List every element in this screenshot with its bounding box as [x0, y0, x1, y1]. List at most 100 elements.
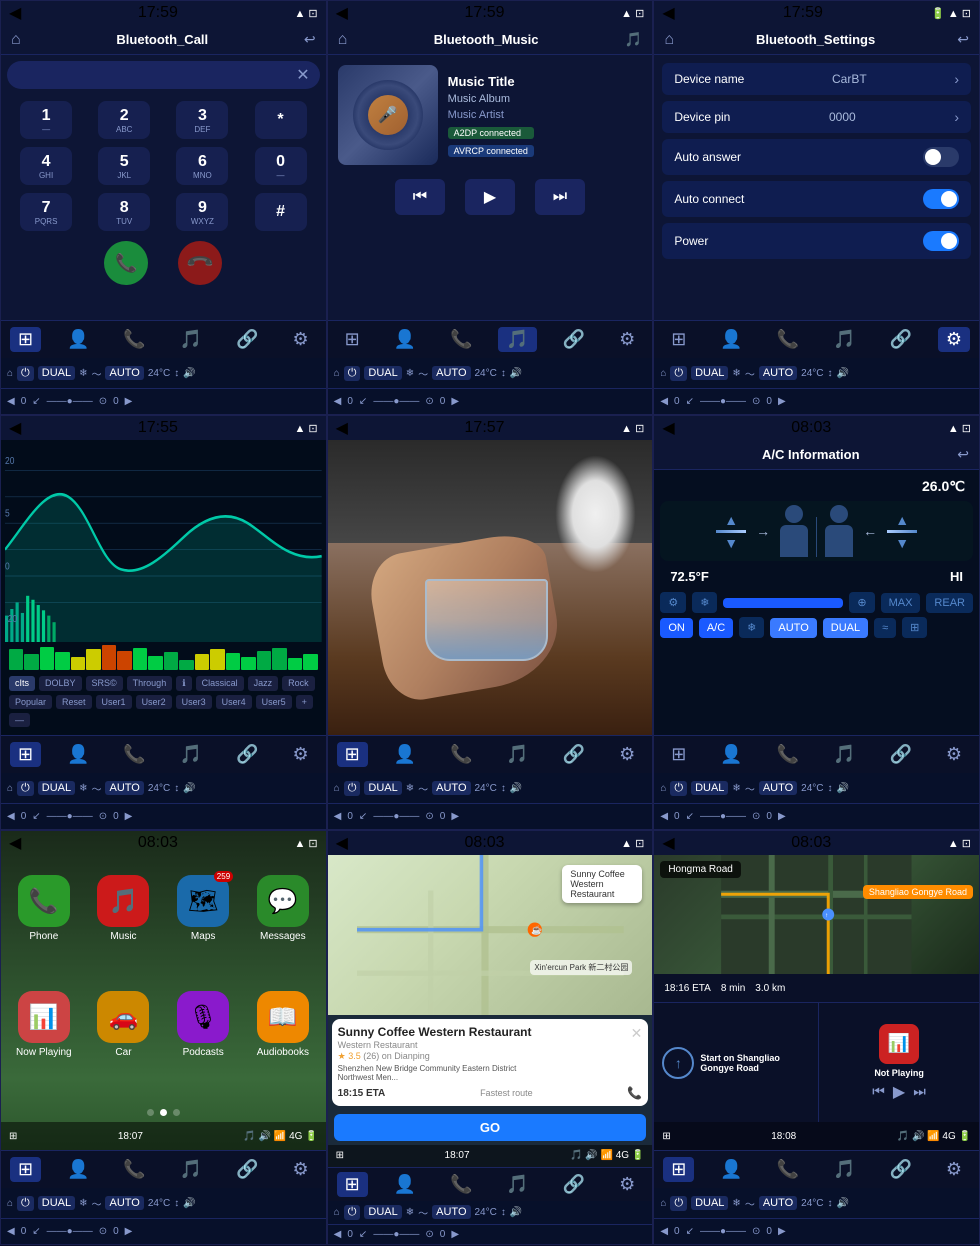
eq-preset-remove[interactable]: —	[9, 713, 30, 727]
eq-preset-dolby[interactable]: DOLBY	[39, 676, 82, 691]
nav-tab-phone-9[interactable]: 📞	[769, 1157, 807, 1182]
ac-max-btn[interactable]: MAX	[881, 593, 921, 613]
nav-tab-phone-3[interactable]: 📞	[769, 327, 807, 352]
ctrl-auto-4[interactable]: AUTO	[105, 781, 143, 795]
bb-left-2[interactable]: ◀	[334, 396, 342, 407]
nav-tab-music-2[interactable]: 🎵	[498, 327, 536, 352]
poi-close-icon[interactable]: ✕	[631, 1025, 643, 1042]
nav-tab-user-6[interactable]: 👤	[712, 742, 750, 767]
dial-btn-star[interactable]: *	[255, 101, 307, 139]
bb-slider-3[interactable]: ——●——	[700, 396, 746, 407]
eq-preset-add[interactable]: +	[296, 695, 313, 709]
ctrl-auto-1[interactable]: AUTO	[105, 366, 143, 380]
ctrl-home-8[interactable]: ⌂	[334, 1207, 340, 1218]
nav-tab-link-5[interactable]: 🔗	[555, 742, 593, 767]
bb-left-3[interactable]: ◀	[660, 396, 668, 407]
nav-tab-settings-7[interactable]: ⚙	[285, 1157, 317, 1182]
home-icon-3[interactable]: ⌂	[664, 31, 674, 49]
ctrl-auto-3[interactable]: AUTO	[759, 366, 797, 380]
ctrl-snow-7[interactable]: ❄	[79, 1198, 87, 1209]
ctrl-arrows-7[interactable]: ↕	[174, 1198, 179, 1209]
ctrl-wave-6[interactable]: 〜	[745, 781, 755, 796]
nav-tab-settings-2[interactable]: ⚙	[611, 327, 643, 352]
ctrl-vol-1[interactable]: 🔊	[183, 368, 195, 379]
bb-left-4[interactable]: ◀	[7, 811, 15, 822]
ctrl-arrows-6[interactable]: ↕	[828, 783, 833, 794]
carplay-grid-icon[interactable]: ⊞	[9, 1131, 17, 1142]
ctrl-auto-6[interactable]: AUTO	[759, 781, 797, 795]
next-button[interactable]: ⏭	[535, 179, 585, 215]
bb-left-1[interactable]: ◀	[7, 396, 15, 407]
nav-tab-grid-6[interactable]: ⊞	[663, 742, 694, 767]
eq-preset-through[interactable]: Through	[127, 676, 173, 691]
ctrl-wave-9[interactable]: 〜	[745, 1196, 755, 1211]
ctrl-auto-5[interactable]: AUTO	[432, 781, 470, 795]
ctrl-wave-4[interactable]: 〜	[91, 781, 101, 796]
ctrl-wave-7[interactable]: 〜	[91, 1196, 101, 1211]
ctrl-dual-1[interactable]: DUAL	[38, 366, 75, 380]
nav-tab-settings-6[interactable]: ⚙	[938, 742, 970, 767]
dial-btn-hash[interactable]: #	[255, 193, 307, 231]
ctrl-dual-8[interactable]: DUAL	[364, 1205, 401, 1219]
bb-slider-9[interactable]: ——●——	[700, 1226, 746, 1237]
eq-preset-classical[interactable]: Classical	[196, 676, 244, 691]
answer-button[interactable]: 📞	[104, 241, 148, 285]
back-arrow-1[interactable]: ◀	[9, 3, 21, 23]
eq-preset-user5[interactable]: User5	[256, 695, 292, 709]
dial-btn-5[interactable]: 5JKL	[98, 147, 150, 185]
home-icon-2[interactable]: ⌂	[338, 31, 348, 49]
bb-icon-7[interactable]: ⊙	[99, 1226, 107, 1237]
nav-tab-music-4[interactable]: 🎵	[172, 742, 210, 767]
nav-tab-user-3[interactable]: 👤	[712, 327, 750, 352]
bb-icon-6[interactable]: ⊙	[752, 811, 760, 822]
nav-tab-settings-3[interactable]: ⚙	[938, 327, 970, 352]
nav-tab-music-5[interactable]: 🎵	[498, 742, 536, 767]
back-arrow-2[interactable]: ◀	[336, 3, 348, 23]
nav-tab-grid-7[interactable]: ⊞	[10, 1157, 41, 1182]
ac-heat-btn[interactable]: ❄	[739, 617, 764, 638]
dial-btn-0[interactable]: 0—	[255, 147, 307, 185]
ctrl-dual-2[interactable]: DUAL	[364, 366, 401, 380]
bb-arrow-1[interactable]: ↙	[32, 396, 40, 407]
ctrl-home-6[interactable]: ⌂	[660, 783, 666, 794]
bb-arrow-4[interactable]: ↙	[32, 811, 40, 822]
back-arrow-5[interactable]: ◀	[336, 418, 348, 438]
bb-icon-4[interactable]: ⊙	[99, 811, 107, 822]
eq-preset-user3[interactable]: User3	[176, 695, 212, 709]
nav-tab-user-4[interactable]: 👤	[59, 742, 97, 767]
ctrl-vol-3[interactable]: 🔊	[837, 368, 849, 379]
nav-tab-phone-8[interactable]: 📞	[442, 1172, 480, 1197]
ac-defrost-btn[interactable]: ≈	[874, 618, 896, 638]
back-arrow-3[interactable]: ◀	[662, 3, 674, 23]
toggle-auto-connect[interactable]	[923, 189, 959, 209]
nav-tab-user-5[interactable]: 👤	[386, 742, 424, 767]
hangup-button[interactable]: 📞	[169, 232, 231, 294]
ctrl-auto-2[interactable]: AUTO	[432, 366, 470, 380]
nav-tab-music-3[interactable]: 🎵	[825, 327, 863, 352]
bb-right-3[interactable]: ▶	[778, 396, 786, 407]
nav-tab-grid-3[interactable]: ⊞	[663, 327, 694, 352]
app-podcasts[interactable]: 🎙 Podcasts	[170, 991, 236, 1093]
bb-icon-1[interactable]: ⊙	[99, 396, 107, 407]
bb-icon-5[interactable]: ⊙	[425, 811, 433, 822]
np-play-icon[interactable]: ▶	[893, 1082, 905, 1102]
ctrl-power-4[interactable]: ⏻	[17, 781, 34, 796]
ctrl-power-9[interactable]: ⏻	[670, 1196, 687, 1211]
back-arrow-6[interactable]: ◀	[662, 418, 674, 438]
nav-tab-link-8[interactable]: 🔗	[555, 1172, 593, 1197]
nav-tab-phone-6[interactable]: 📞	[769, 742, 807, 767]
ctrl-wave-8[interactable]: 〜	[418, 1205, 428, 1220]
nav-tab-link-2[interactable]: 🔗	[555, 327, 593, 352]
nav-tab-grid-1[interactable]: ⊞	[10, 327, 41, 352]
bb-icon-8[interactable]: ⊙	[425, 1229, 433, 1240]
clear-button[interactable]: ✕	[296, 65, 309, 85]
ctrl-dual-9[interactable]: DUAL	[691, 1196, 728, 1210]
music-icon-2[interactable]: 🎵	[625, 31, 642, 48]
toggle-power[interactable]	[923, 231, 959, 251]
nav-tab-link-1[interactable]: 🔗	[228, 327, 266, 352]
nav-tab-settings-1[interactable]: ⚙	[285, 327, 317, 352]
page-dot-2[interactable]	[160, 1109, 167, 1116]
ctrl-wave-5[interactable]: 〜	[418, 781, 428, 796]
bb-left-7[interactable]: ◀	[7, 1226, 15, 1237]
ctrl-auto-7[interactable]: AUTO	[105, 1196, 143, 1210]
